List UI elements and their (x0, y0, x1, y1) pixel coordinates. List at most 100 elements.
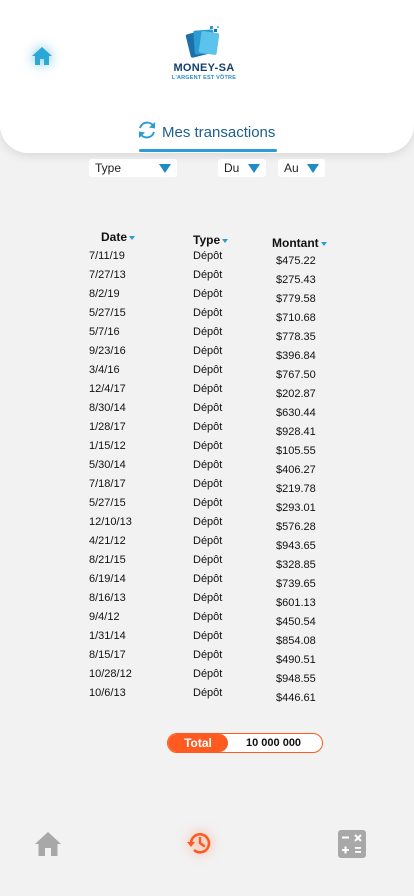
date-column-header[interactable]: Date (101, 230, 136, 244)
table-cell-type: Dépôt (193, 668, 223, 680)
table-cell-type: Dépôt (193, 535, 223, 547)
date-from-select[interactable]: Du (218, 159, 266, 177)
table-cell-type: Dépôt (193, 345, 223, 357)
table-cell-date: 8/15/17 (89, 649, 126, 661)
table-cell-date: 7/11/19 (89, 250, 125, 262)
date-header-label: Date (101, 230, 128, 244)
table-cell-date: 4/21/12 (89, 535, 126, 547)
table-cell-type: Dépôt (193, 573, 223, 585)
table-cell-date: 7/18/17 (89, 478, 126, 490)
table-cell-type: Dépôt (193, 421, 223, 433)
table-cell-type: Dépôt (193, 554, 223, 566)
date-to-select[interactable]: Au (278, 159, 325, 177)
brand-logo: MONEY-SA L'ARGENT EST VÔTRE (166, 26, 242, 86)
home-icon (34, 832, 62, 861)
type-filter-select[interactable]: Type (89, 159, 177, 177)
brand-name: MONEY-SA (173, 62, 235, 74)
table-cell-amount: $105.55 (276, 445, 316, 457)
tab-label: Mes transactions (162, 123, 276, 141)
table-cell-type: Dépôt (193, 269, 223, 281)
type-column: Dépôt Dépôt Dépôt Dépôt Dépôt Dépôt Dépôt Dépôt… (193, 250, 222, 706)
tab-transactions[interactable]: Mes transactions (136, 121, 275, 143)
type-column-header[interactable]: Type (193, 233, 229, 247)
date-from-value: Du (224, 161, 240, 175)
home-icon[interactable] (30, 44, 54, 68)
table-cell-type: Dépôt (193, 383, 223, 395)
sort-icon (129, 235, 136, 240)
table-cell-date: 10/6/13 (89, 687, 126, 699)
table-cell-date: 5/27/15 (89, 497, 126, 509)
table-cell-amount: $275.43 (276, 274, 316, 286)
table-cell-date: 8/16/13 (89, 592, 126, 604)
table-cell-amount: $450.54 (276, 616, 316, 628)
nav-home-button[interactable] (34, 831, 62, 862)
table-cell-date: 12/4/17 (89, 383, 126, 395)
nav-history-button[interactable] (186, 829, 214, 862)
table-cell-type: Dépôt (193, 307, 223, 319)
table-cell-date: 1/15/12 (89, 440, 126, 452)
table-cell-amount: $576.28 (276, 521, 316, 533)
table-cell-type: Dépôt (193, 364, 223, 376)
table-cell-type: Dépôt (193, 649, 223, 661)
table-cell-type: Dépôt (193, 516, 223, 528)
table-cell-amount: $854.08 (276, 635, 316, 647)
table-cell-date: 5/27/15 (89, 307, 126, 319)
table-cell-amount: $767.50 (276, 369, 316, 381)
table-cell-amount: $490.51 (276, 654, 316, 666)
table-cell-type: Dépôt (193, 250, 223, 262)
tab-underline (139, 149, 277, 152)
brand-tagline: L'ARGENT EST VÔTRE (171, 75, 237, 81)
table-cell-date: 3/4/16 (89, 364, 120, 376)
table-cell-amount: $928.41 (276, 426, 316, 438)
table-cell-type: Dépôt (193, 497, 223, 509)
table-cell-type: Dépôt (193, 402, 223, 414)
amount-header-label: Montant (272, 236, 319, 250)
date-column: 7/11/19 7/27/13 8/2/19 5/27/15 5/7/16 9/23/16… (89, 250, 132, 706)
table-cell-type: Dépôt (193, 459, 223, 471)
table-cell-type: Dépôt (193, 611, 223, 623)
table-cell-amount: $446.61 (276, 692, 316, 704)
table-cell-date: 8/30/14 (89, 402, 126, 414)
table-cell-type: Dépôt (193, 326, 223, 338)
table-cell-type: Dépôt (193, 288, 223, 300)
table-cell-amount: $630.44 (276, 407, 316, 419)
table-cell-type: Dépôt (193, 478, 223, 490)
table-cell-amount: $948.55 (276, 673, 316, 685)
amount-column-header[interactable]: Montant (272, 236, 327, 250)
table-cell-amount: $779.58 (276, 293, 316, 305)
table-cell-date: 9/4/12 (89, 611, 120, 623)
table-cell-amount: $475.22 (276, 255, 316, 267)
sort-icon (222, 238, 229, 243)
table-cell-date: 10/28/12 (89, 668, 132, 680)
table-cell-amount: $406.27 (276, 464, 316, 476)
chevron-down-icon (159, 164, 171, 173)
history-icon (186, 833, 214, 861)
refresh-icon (136, 119, 158, 146)
table-cell-type: Dépôt (193, 440, 223, 452)
table-cell-amount: $943.65 (276, 540, 316, 552)
logo-icon (185, 26, 220, 58)
table-cell-amount: $778.35 (276, 331, 316, 343)
date-to-value: Au (284, 161, 299, 175)
table-cell-date: 8/21/15 (89, 554, 126, 566)
calculator-icon (338, 830, 366, 862)
total-badge: Total 10 000 000 (167, 733, 323, 753)
sort-icon (320, 241, 327, 246)
total-value: 10 000 000 (246, 737, 302, 749)
table-cell-date: 6/19/14 (89, 573, 126, 585)
table-cell-date: 9/23/16 (89, 345, 126, 357)
nav-calculator-button[interactable] (338, 830, 366, 863)
chevron-down-icon (248, 164, 260, 173)
type-filter-value: Type (95, 161, 122, 175)
table-cell-type: Dépôt (193, 630, 223, 642)
table-cell-date: 7/27/13 (89, 269, 126, 281)
table-cell-date: 1/31/14 (89, 630, 126, 642)
header: MONEY-SA L'ARGENT EST VÔTRE Mes transact… (0, 0, 414, 153)
table-cell-amount: $219.78 (276, 483, 316, 495)
table-cell-type: Dépôt (193, 592, 223, 604)
table-cell-date: 1/28/17 (89, 421, 126, 433)
table-cell-amount: $202.87 (276, 388, 316, 400)
table-cell-date: 5/30/14 (89, 459, 126, 471)
table-cell-amount: $328.85 (276, 559, 316, 571)
table-cell-type: Dépôt (193, 687, 223, 699)
